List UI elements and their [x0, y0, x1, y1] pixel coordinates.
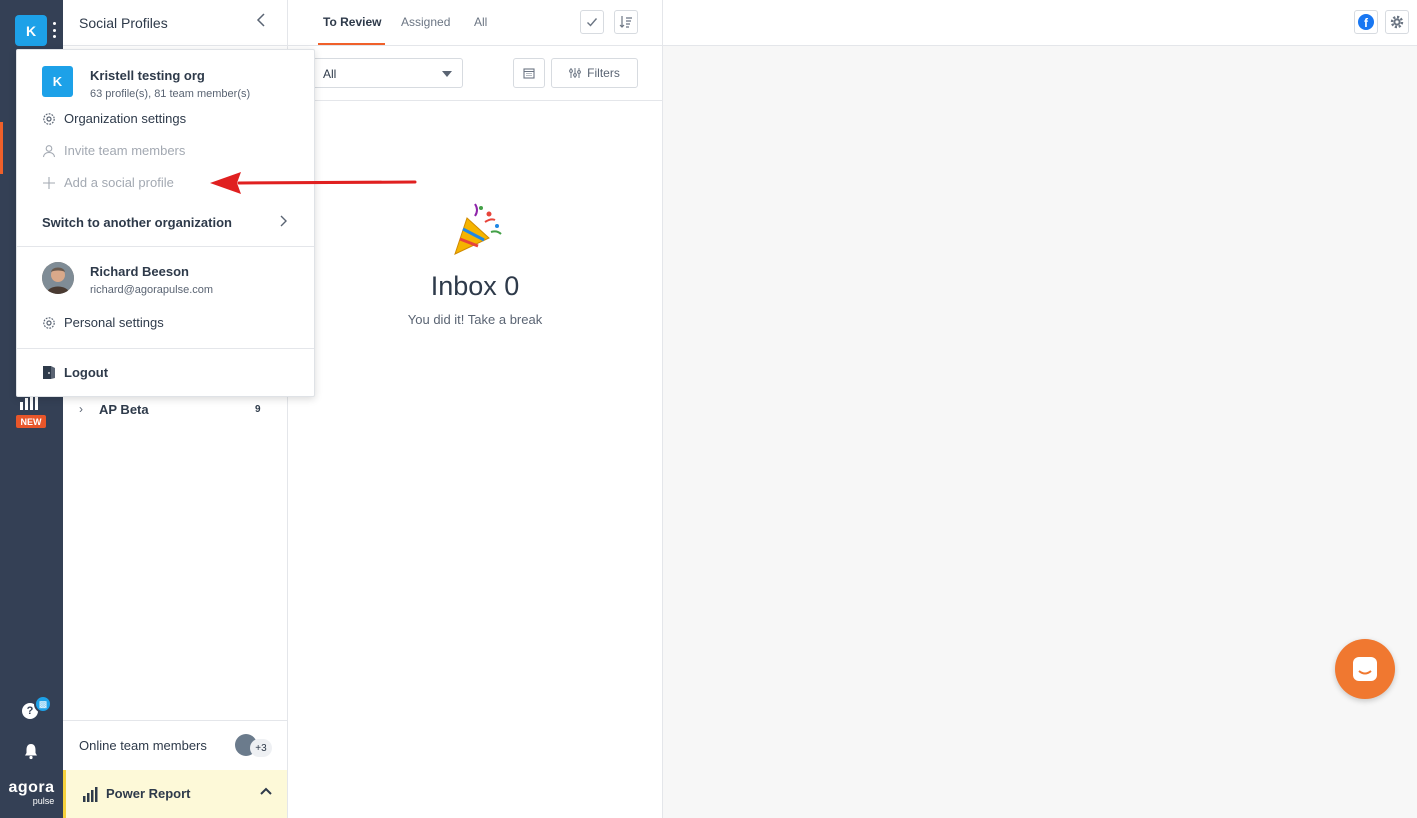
menu-item-switch-organization[interactable]: Switch to another organization: [42, 213, 302, 233]
profile-group-name: AP Beta: [99, 402, 149, 417]
new-badge: NEW: [16, 415, 46, 428]
profile-filter-select[interactable]: All: [312, 58, 463, 88]
menu-divider: [17, 348, 314, 349]
facebook-profile-button[interactable]: f: [1354, 10, 1378, 34]
main-topbar: f: [663, 0, 1417, 46]
user-email: richard@agorapulse.com: [90, 284, 214, 296]
mark-reviewed-button[interactable]: [580, 10, 604, 34]
sliders-icon: [569, 68, 582, 78]
power-report-bar[interactable]: Power Report: [63, 770, 287, 818]
logout-icon: [43, 366, 55, 379]
chat-icon: [1353, 657, 1377, 681]
kebab-menu-icon[interactable]: [51, 22, 57, 38]
menu-item-logout[interactable]: Logout: [42, 364, 242, 384]
tab-all[interactable]: All: [474, 15, 487, 29]
logo-subword: pulse: [32, 796, 55, 806]
date-filter-button[interactable]: [513, 58, 545, 88]
org-name: Kristell testing org: [90, 68, 205, 83]
facebook-icon: f: [1358, 14, 1374, 30]
gift-icon[interactable]: ▩: [34, 695, 52, 713]
online-team-label: Online team members: [79, 738, 207, 753]
menu-item-personal-settings[interactable]: Personal settings: [42, 314, 302, 334]
gear-icon: [1390, 15, 1404, 29]
tab-to-review[interactable]: To Review: [323, 15, 381, 29]
inbox-tabs: To Review Assigned All: [288, 0, 662, 46]
menu-item-label: Add a social profile: [64, 175, 174, 190]
logo-word: agora: [8, 779, 55, 796]
sort-icon: [619, 16, 632, 28]
chevron-right-icon: [278, 214, 288, 231]
collapse-sidebar-button[interactable]: [255, 12, 271, 32]
annotation-arrow-icon: [210, 172, 417, 194]
empty-subtitle: You did it! Take a break: [407, 312, 543, 327]
gear-icon: [43, 113, 55, 125]
filters-button[interactable]: Filters: [551, 58, 638, 88]
party-popper-icon: [454, 203, 502, 255]
chevron-right-icon: ›: [79, 402, 83, 416]
select-value: All: [323, 67, 337, 81]
menu-item-label: Logout: [64, 365, 109, 380]
plus-icon: [43, 177, 55, 189]
menu-item-label: Switch to another organization: [42, 215, 232, 230]
org-avatar: K: [42, 66, 73, 97]
tab-assigned[interactable]: Assigned: [401, 15, 450, 29]
menu-item-label: Invite team members: [64, 143, 186, 158]
chevron-left-icon: [256, 13, 265, 27]
settings-button[interactable]: [1385, 10, 1409, 34]
chat-launcher-button[interactable]: [1335, 639, 1395, 699]
online-team-members[interactable]: Online team members +3: [63, 720, 287, 770]
checkmark-icon: [587, 18, 598, 27]
profile-group-count: 9: [255, 404, 261, 415]
inbox-empty-state: Inbox 0 You did it! Take a break: [288, 200, 662, 327]
user-name: Richard Beeson: [90, 264, 189, 279]
menu-item-label: Personal settings: [64, 315, 164, 330]
active-tab-underline: [318, 43, 385, 45]
sidebar-title: Social Profiles: [79, 15, 168, 31]
active-nav-indicator: [0, 122, 3, 174]
user-avatar: [42, 262, 74, 294]
calendar-icon: [523, 68, 535, 79]
chart-icon: [83, 787, 98, 802]
agorapulse-logo: agora pulse: [0, 779, 63, 807]
empty-title: Inbox 0: [430, 271, 520, 301]
profile-group-ap-beta[interactable]: › AP Beta 9: [63, 398, 287, 422]
sidebar-header: Social Profiles: [63, 0, 287, 46]
chevron-up-icon[interactable]: [259, 784, 273, 801]
gear-icon: [43, 317, 55, 329]
org-switcher-badge[interactable]: K: [15, 15, 47, 46]
inbox-column: To Review Assigned All All Filters Inbox…: [288, 0, 663, 818]
caret-down-icon: [442, 71, 452, 77]
inbox-filter-bar: All Filters: [288, 46, 662, 101]
user-icon: [42, 145, 56, 158]
menu-divider: [17, 246, 314, 247]
power-report-label: Power Report: [106, 786, 191, 801]
menu-item-organization-settings[interactable]: Organization settings: [42, 110, 302, 130]
filters-label: Filters: [587, 66, 620, 80]
main-content-area: f: [663, 0, 1417, 818]
sort-button[interactable]: [614, 10, 638, 34]
more-members-count: +3: [250, 739, 272, 757]
organization-menu: K Kristell testing org 63 profile(s), 81…: [16, 49, 315, 397]
menu-item-invite-team-members[interactable]: Invite team members: [42, 142, 302, 162]
org-meta: 63 profile(s), 81 team member(s): [90, 88, 251, 100]
menu-item-label: Organization settings: [64, 111, 187, 126]
bell-icon[interactable]: [22, 742, 40, 760]
